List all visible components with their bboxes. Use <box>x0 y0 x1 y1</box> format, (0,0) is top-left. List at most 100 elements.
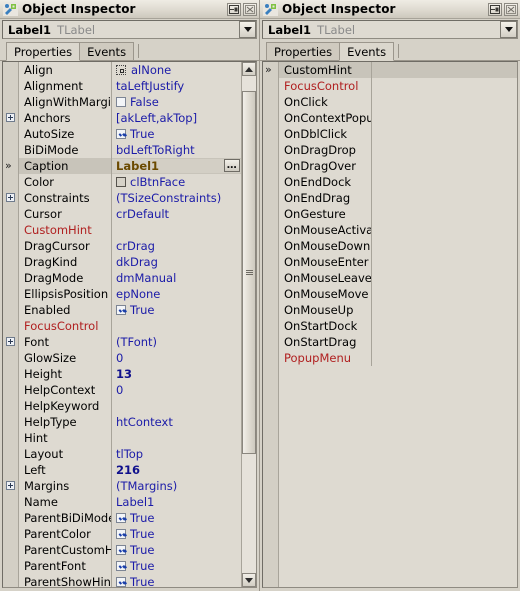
event-row[interactable]: OnMouseEnter <box>279 254 517 270</box>
right-object-combo[interactable]: Label1 TLabel <box>262 20 518 39</box>
property-row[interactable]: Cursor crDefault <box>19 206 241 222</box>
property-row[interactable]: DragKind dkDrag <box>19 254 241 270</box>
dock-button[interactable] <box>488 2 502 16</box>
properties-row-list[interactable]: Align alNone Alignment taLeftJustify AlignWi… <box>19 62 241 587</box>
property-value[interactable]: Label1… <box>112 159 241 173</box>
property-value[interactable]: epNone <box>112 287 241 301</box>
property-value[interactable]: True <box>112 543 241 557</box>
property-row[interactable]: Enabled True <box>19 302 241 318</box>
close-button[interactable] <box>243 2 257 16</box>
property-value[interactable]: (TFont) <box>112 335 241 349</box>
tab-properties[interactable]: Properties <box>6 42 81 61</box>
property-row[interactable]: Height 13 <box>19 366 241 382</box>
event-row[interactable]: OnDragDrop <box>279 142 517 158</box>
property-row[interactable]: AutoSize True <box>19 126 241 142</box>
property-row[interactable]: BiDiMode bdLeftToRight <box>19 142 241 158</box>
property-row[interactable]: Align alNone <box>19 62 241 78</box>
event-row[interactable]: CustomHint <box>279 62 517 78</box>
property-row[interactable]: ParentBiDiMode True <box>19 510 241 526</box>
properties-scroll-track[interactable] <box>242 76 256 573</box>
tab-events[interactable]: Events <box>339 42 395 61</box>
property-row[interactable]: ParentShowHint True <box>19 574 241 587</box>
property-row[interactable]: Left 216 <box>19 462 241 478</box>
event-row[interactable]: OnContextPopup <box>279 110 517 126</box>
property-row[interactable]: Constraints (TSizeConstraints) <box>19 190 241 206</box>
column-divider[interactable] <box>111 398 112 414</box>
properties-scrollbar[interactable] <box>241 62 256 587</box>
property-row[interactable]: HelpType htContext <box>19 414 241 430</box>
left-object-combo[interactable]: Label1 TLabel <box>2 20 257 39</box>
checkbox-checked-icon[interactable] <box>116 513 126 523</box>
event-row[interactable]: OnGesture <box>279 206 517 222</box>
property-value[interactable]: Label1 <box>112 495 241 509</box>
expand-node-icon[interactable] <box>6 113 15 122</box>
property-value[interactable]: crDrag <box>112 239 241 253</box>
event-row[interactable]: OnMouseUp <box>279 302 517 318</box>
property-row[interactable]: EllipsisPosition epNone <box>19 286 241 302</box>
property-value[interactable]: [akLeft,akTop] <box>112 111 241 125</box>
property-row[interactable]: Anchors [akLeft,akTop] <box>19 110 241 126</box>
events-row-list[interactable]: CustomHint FocusControl OnClick OnContextPo… <box>279 62 517 587</box>
property-value[interactable]: htContext <box>112 415 241 429</box>
property-value[interactable]: (TMargins) <box>112 479 241 493</box>
scroll-up-icon[interactable] <box>242 62 256 76</box>
property-row[interactable]: HelpKeyword <box>19 398 241 414</box>
column-divider[interactable] <box>111 430 112 446</box>
property-row[interactable]: Hint <box>19 430 241 446</box>
property-value[interactable]: tlTop <box>112 447 241 461</box>
property-row[interactable]: Alignment taLeftJustify <box>19 78 241 94</box>
checkbox-checked-icon[interactable] <box>116 545 126 555</box>
property-row[interactable]: Layout tlTop <box>19 446 241 462</box>
event-row[interactable]: OnEndDrag <box>279 190 517 206</box>
property-row[interactable]: CustomHint <box>19 222 241 238</box>
property-value[interactable]: True <box>112 559 241 573</box>
property-value[interactable]: True <box>112 127 241 141</box>
property-value[interactable]: True <box>112 303 241 317</box>
checkbox-checked-icon[interactable] <box>116 529 126 539</box>
property-row[interactable]: DragMode dmManual <box>19 270 241 286</box>
scroll-down-icon[interactable] <box>242 573 256 587</box>
property-row[interactable]: Name Label1 <box>19 494 241 510</box>
column-divider[interactable] <box>111 222 112 238</box>
property-value[interactable]: bdLeftToRight <box>112 143 241 157</box>
property-row[interactable]: ParentFont True <box>19 558 241 574</box>
property-row[interactable]: ParentColor True <box>19 526 241 542</box>
property-value[interactable]: dmManual <box>112 271 241 285</box>
checkbox-checked-icon[interactable] <box>116 561 126 571</box>
event-row[interactable]: OnMouseActivate <box>279 222 517 238</box>
property-value[interactable]: (TSizeConstraints) <box>112 191 241 205</box>
property-row[interactable]: GlowSize 0 <box>19 350 241 366</box>
property-row[interactable]: Caption Label1… <box>19 158 241 174</box>
property-value[interactable]: False <box>112 95 241 109</box>
event-row[interactable]: OnMouseLeave <box>279 270 517 286</box>
property-value[interactable]: 216 <box>112 463 241 477</box>
checkbox-checked-icon[interactable] <box>116 129 126 139</box>
property-row[interactable]: HelpContext 0 <box>19 382 241 398</box>
event-row[interactable]: OnMouseDown <box>279 238 517 254</box>
expand-node-icon[interactable] <box>6 481 15 490</box>
property-value[interactable]: clBtnFace <box>112 175 241 189</box>
property-row[interactable]: Margins (TMargins) <box>19 478 241 494</box>
checkbox-checked-icon[interactable] <box>116 305 126 315</box>
property-value[interactable]: crDefault <box>112 207 241 221</box>
property-value[interactable]: taLeftJustify <box>112 79 241 93</box>
event-row[interactable]: OnClick <box>279 94 517 110</box>
property-value[interactable]: 0 <box>112 383 241 397</box>
event-row[interactable]: OnStartDrag <box>279 334 517 350</box>
event-row[interactable]: PopupMenu <box>279 350 517 366</box>
tab-properties-right[interactable]: Properties <box>266 42 341 60</box>
property-value[interactable]: dkDrag <box>112 255 241 269</box>
event-row[interactable]: FocusControl <box>279 78 517 94</box>
property-row[interactable]: Color clBtnFace <box>19 174 241 190</box>
property-row[interactable]: ParentCustomHint True <box>19 542 241 558</box>
chevron-down-icon[interactable] <box>500 21 517 38</box>
property-row[interactable]: FocusControl <box>19 318 241 334</box>
ellipsis-button[interactable]: … <box>224 159 240 172</box>
property-value[interactable]: 13 <box>112 367 241 381</box>
checkbox-checked-icon[interactable] <box>116 577 126 587</box>
event-row[interactable]: OnStartDock <box>279 318 517 334</box>
close-button[interactable] <box>504 2 518 16</box>
property-value[interactable]: True <box>112 527 241 541</box>
properties-scroll-thumb[interactable] <box>242 90 256 454</box>
property-value[interactable]: alNone <box>112 63 241 77</box>
